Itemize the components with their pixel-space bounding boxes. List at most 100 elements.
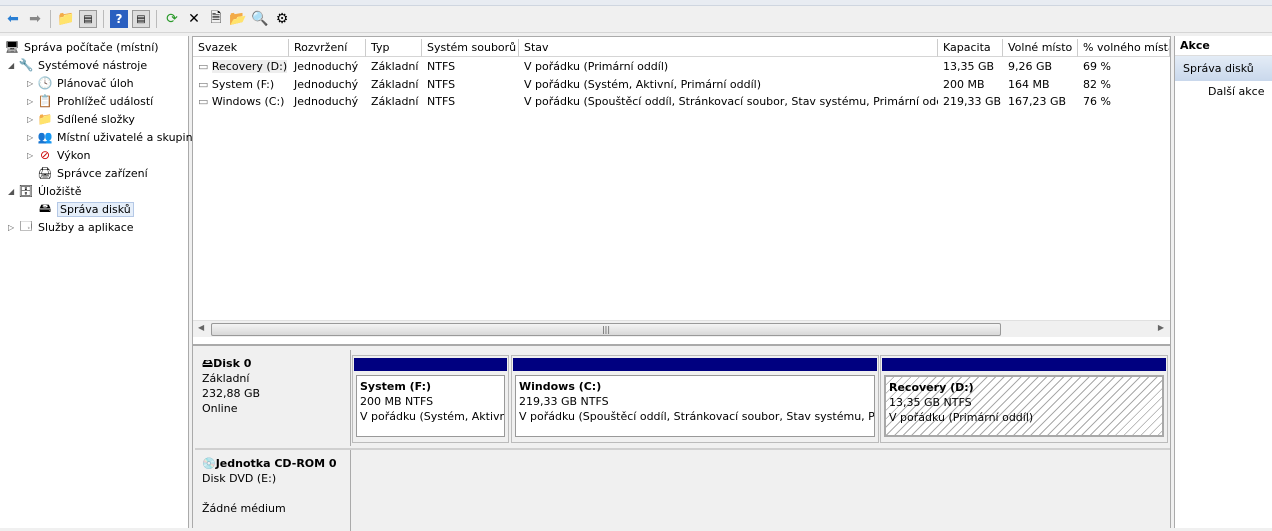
cdrom-icon: 💿	[202, 457, 216, 470]
expand-icon[interactable]: ▷	[27, 79, 37, 88]
tree-item-task-scheduler[interactable]: ▷ 🕓 Plánovač úloh	[27, 74, 134, 92]
table-cell: 164 MB	[1008, 77, 1050, 91]
table-cell: NTFS	[427, 60, 456, 73]
tree-label: Sdílené složky	[57, 112, 135, 126]
disk-status: Online	[202, 402, 238, 415]
tree-root[interactable]: 🖥 Správa počítače (místní)	[4, 38, 158, 56]
toolbar: ⬅ ➡ 📁 ▤ ? ▤ ⟳ ✕ 🗎 📂 🔍 ⚙	[0, 6, 1272, 33]
tree-label: Místní uživatelé a skupiny	[57, 130, 200, 144]
table-cell: Jednoduchý	[294, 60, 359, 73]
volume-icon: ▭	[198, 60, 212, 73]
tree-label: Systémové nástroje	[38, 58, 148, 72]
disk-name: Disk 0	[213, 357, 252, 370]
open-icon[interactable]: 📂	[229, 10, 247, 28]
column-header[interactable]: Kapacita	[938, 39, 1003, 57]
tree-item-event-viewer[interactable]: ▷ 📋 Prohlížeč událostí	[27, 92, 153, 110]
expand-icon[interactable]: ▷	[27, 115, 37, 124]
settings-icon[interactable]: ⚙	[273, 10, 291, 28]
column-header[interactable]: Typ	[366, 39, 422, 57]
disk-type: Základní	[202, 372, 250, 385]
disk-type: Disk DVD (E:)	[202, 472, 277, 485]
disk-0-label[interactable]: 🖴Disk 0 Základní 232,88 GB Online	[195, 350, 351, 446]
partition-status: V pořádku (Primární oddíl)	[889, 411, 1034, 424]
forward-icon[interactable]: ➡	[26, 10, 44, 28]
column-header[interactable]: Volné místo	[1003, 39, 1078, 57]
help-icon[interactable]: ?	[110, 10, 128, 28]
more-actions-link[interactable]: Další akce	[1175, 81, 1272, 103]
up-folder-icon[interactable]: 📁	[57, 10, 75, 28]
tree-item-disk-management[interactable]: 🖴 Správa disků	[37, 200, 134, 218]
back-icon[interactable]: ⬅	[4, 10, 22, 28]
show-hide-action-icon[interactable]: ▤	[132, 10, 150, 28]
expand-icon[interactable]: ▷	[8, 223, 18, 232]
partition-size: 13,35 GB NTFS	[889, 396, 972, 409]
horizontal-scrollbar[interactable]: ◀ ||| ▶	[193, 320, 1170, 337]
properties-icon[interactable]: 🗎	[207, 10, 225, 28]
table-cell: Základní	[371, 77, 419, 91]
shared-folder-icon: 📁	[37, 112, 53, 126]
device-manager-icon: 🖨	[37, 166, 53, 180]
tree-item-shared-folders[interactable]: ▷ 📁 Sdílené složky	[27, 110, 135, 128]
show-hide-tree-icon[interactable]: ▤	[79, 10, 97, 28]
table-cell: NTFS	[427, 95, 456, 108]
services-icon: 🗔	[19, 218, 33, 233]
column-header[interactable]: % volného místa	[1078, 39, 1170, 57]
performance-icon: ⊘	[39, 148, 51, 162]
tree-label: Správa disků	[57, 201, 134, 217]
column-header[interactable]: Rozvržení	[289, 39, 366, 57]
table-cell: Jednoduchý	[294, 77, 359, 91]
cdrom-0-label[interactable]: 💿Jednotka CD-ROM 0 Disk DVD (E:) Žádné m…	[195, 450, 351, 531]
hard-disk-icon: 🖴	[202, 357, 214, 370]
scroll-left-icon[interactable]: ◀	[198, 323, 204, 332]
table-cell: 9,26 GB	[1008, 60, 1053, 73]
search-icon[interactable]: 🔍	[251, 10, 269, 28]
collapse-icon[interactable]: ◢	[8, 61, 18, 70]
tree-label: Správce zařízení	[57, 166, 148, 180]
column-header[interactable]: Svazek	[193, 39, 289, 57]
partition-name: Windows (C:)	[519, 380, 602, 393]
scroll-right-icon[interactable]: ▶	[1158, 323, 1164, 332]
table-cell: V pořádku (Primární oddíl)	[524, 60, 669, 73]
table-cell: Základní	[371, 60, 419, 73]
event-log-icon: 📋	[37, 94, 53, 108]
storage-icon: 🗄	[18, 184, 34, 198]
tree-item-system-tools[interactable]: ◢ 🔧 Systémové nástroje	[8, 56, 147, 74]
partition-name: System (F:)	[360, 380, 432, 393]
partition-bar	[354, 358, 507, 371]
tree-item-storage[interactable]: ◢ 🗄 Úložiště	[8, 182, 81, 200]
collapse-icon[interactable]: ◢	[8, 187, 18, 196]
navigation-tree: 🖥 Správa počítače (místní) ◢ 🔧 Systémové ná…	[0, 36, 199, 528]
tree-item-local-users[interactable]: ▷ 👥 Místní uživatelé a skupiny	[27, 128, 199, 146]
clock-icon: 🕓	[37, 76, 53, 90]
expand-icon[interactable]: ▷	[27, 97, 37, 106]
scrollbar-thumb[interactable]: |||	[211, 323, 1001, 336]
expand-icon[interactable]: ▷	[27, 133, 37, 142]
expand-icon[interactable]: ▷	[27, 151, 37, 160]
table-cell: ▭ Windows (C:)	[193, 93, 289, 110]
tree-label: Výkon	[57, 148, 91, 162]
users-icon: 👥	[37, 130, 53, 144]
delete-icon[interactable]: ✕	[185, 10, 203, 28]
partition-size: 219,33 GB NTFS	[519, 395, 609, 408]
table-cell: ▭ Recovery (D:)	[193, 58, 289, 75]
partition-recovery-d[interactable]: Recovery (D:) 13,35 GB NTFS V pořádku (Pri…	[880, 355, 1168, 443]
disk-graphical-view: 🖴Disk 0 Základní 232,88 GB Online System…	[193, 344, 1170, 531]
partition-system-f[interactable]: System (F:) 200 MB NTFS V pořádku (Systém,…	[352, 355, 509, 443]
partition-windows-c[interactable]: Windows (C:) 219,33 GB NTFS V pořádku (Spo…	[511, 355, 879, 443]
table-cell: 13,35 GB	[943, 60, 995, 73]
actions-section-disk-management[interactable]: Správa disků	[1175, 56, 1272, 81]
tree-item-services[interactable]: ▷ 🗔 Služby a aplikace	[8, 218, 134, 236]
table-cell: 200 MB	[943, 77, 985, 91]
partition-size: 200 MB NTFS	[360, 395, 434, 408]
table-cell: 69 %	[1083, 60, 1111, 73]
volume-icon: ▭	[198, 77, 212, 91]
column-header[interactable]: Systém souborů	[422, 39, 519, 57]
tree-item-device-manager[interactable]: 🖨 Správce zařízení	[37, 164, 148, 182]
table-cell: ▭ System (F:)	[193, 76, 289, 93]
table-cell: V pořádku (Systém, Aktivní, Primární odd…	[524, 77, 762, 91]
tree-item-performance[interactable]: ▷ ⊘ Výkon	[27, 146, 90, 164]
column-header[interactable]: Stav	[519, 39, 938, 57]
table-cell: 219,33 GB	[943, 95, 1002, 108]
refresh-icon[interactable]: ⟳	[163, 10, 181, 28]
volume-name: Recovery (D:)	[211, 60, 288, 73]
